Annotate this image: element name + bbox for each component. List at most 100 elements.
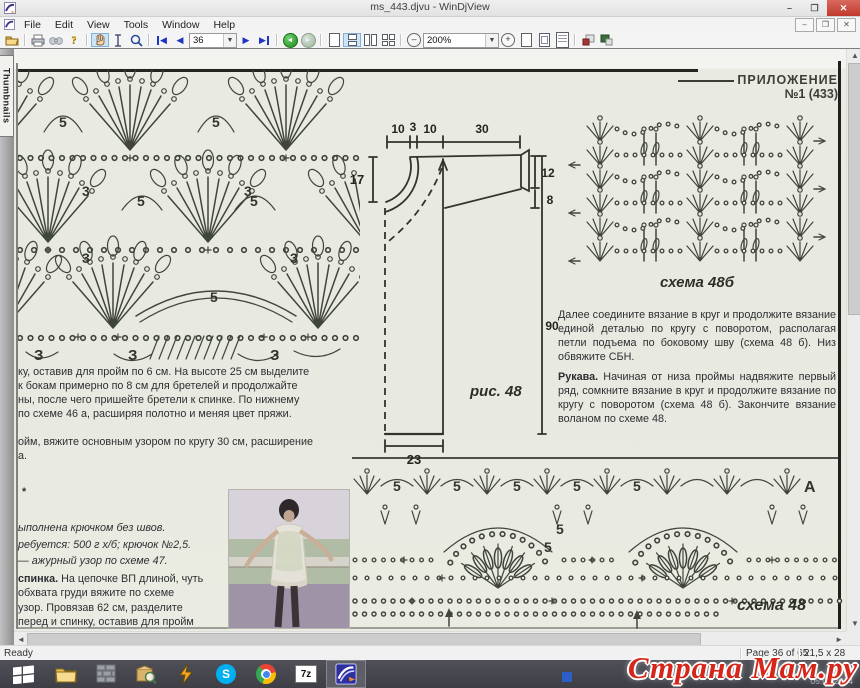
taskbar-bricks-app[interactable]: [86, 660, 126, 688]
diagram-number: 5: [513, 478, 521, 494]
toolbar-separator: [24, 34, 26, 46]
fit-page-button[interactable]: [517, 33, 535, 47]
zoom-out-button[interactable]: –: [405, 33, 423, 47]
crochet-diagram-48: 5 5 5 5 5 A 5 5: [352, 460, 845, 630]
fit-width-button[interactable]: [535, 33, 553, 47]
vertical-scrollbar[interactable]: ▲ ▼: [846, 49, 860, 631]
print-button[interactable]: [29, 33, 47, 47]
taskbar-7zip[interactable]: 7z: [286, 660, 326, 688]
zoom-tool-button[interactable]: [127, 33, 145, 47]
find-button[interactable]: [47, 33, 65, 47]
open-button[interactable]: [3, 33, 21, 47]
title-bar[interactable]: ms_443.djvu - WinDjView – ❐ ✕: [0, 0, 860, 17]
back-button[interactable]: ◄: [281, 33, 299, 47]
maximize-button[interactable]: ❐: [802, 0, 827, 16]
zoom-in-button[interactable]: +: [499, 33, 517, 47]
chevron-down-icon[interactable]: ▼: [485, 34, 498, 47]
paragraph-lead: Рукава.: [558, 371, 598, 383]
zoom-combo[interactable]: 200% ▼: [423, 33, 499, 48]
paragraph: Далее соедините вязание в круг и продолж…: [558, 308, 836, 364]
next-page-button[interactable]: ▶: [237, 33, 255, 47]
layout-single-button[interactable]: [325, 33, 343, 47]
taskbar-package-viewer[interactable]: [126, 660, 166, 688]
menu-tools[interactable]: Tools: [117, 19, 156, 31]
measure-right-8: 8: [547, 193, 554, 207]
tray-icon[interactable]: [562, 672, 572, 682]
actual-size-button[interactable]: [553, 33, 571, 47]
pan-tool-button[interactable]: [91, 33, 109, 47]
child-minimize-button[interactable]: –: [795, 18, 814, 32]
taskbar-windjview-active[interactable]: [326, 660, 366, 688]
menu-file[interactable]: File: [17, 19, 48, 31]
back-icon: ◄: [283, 33, 298, 48]
article-text-left-a: ку, оставив для пройм по 6 см. На высоте…: [18, 365, 354, 421]
zoom-value[interactable]: 200%: [424, 35, 485, 46]
figure-caption: рис. 48: [469, 383, 522, 400]
scroll-right-icon[interactable]: ►: [835, 636, 843, 644]
minimize-button[interactable]: –: [777, 0, 802, 16]
help-icon: ?: [71, 34, 77, 46]
scroll-up-icon[interactable]: ▲: [851, 52, 859, 60]
measure-top-3: 3: [410, 120, 417, 134]
diagram-number: 3: [290, 250, 298, 266]
text-line: ку, оставив для пройм по 6 см. На высоте…: [18, 365, 354, 379]
taskbar-winamp[interactable]: [166, 660, 206, 688]
close-button[interactable]: ✕: [827, 0, 860, 16]
last-page-button[interactable]: ▶: [255, 33, 273, 47]
document-icon: [4, 19, 15, 30]
forward-icon: ►: [301, 33, 316, 48]
paragraph-body: Начиная от низа проймы надвяжите первый …: [558, 371, 836, 425]
child-restore-button[interactable]: ❐: [816, 18, 835, 32]
document-viewport[interactable]: ПРИЛОЖЕНИЕ №1 (433) 5 5 5 5 3 3 5 3 3: [14, 49, 846, 631]
rotate-left-button[interactable]: [579, 33, 597, 47]
hand-icon: [94, 34, 106, 46]
layout-facing-button[interactable]: [361, 33, 379, 47]
help-button[interactable]: ?: [65, 33, 83, 47]
menu-view[interactable]: View: [80, 19, 117, 31]
7zip-icon: 7z: [295, 665, 317, 683]
text-line: по схеме 46 а, расширяя полотно и меняя …: [18, 407, 354, 421]
thumbnails-tab[interactable]: Thumbnails: [0, 55, 14, 137]
previous-page-button[interactable]: ◀: [171, 33, 189, 47]
text-line: к бокам примерно по 8 см для бретелей и …: [18, 379, 354, 393]
taskbar-skype[interactable]: S: [206, 660, 246, 688]
toolbar-separator: [86, 34, 88, 46]
site-watermark: Страна Мам.ру: [628, 650, 858, 686]
page-number-combo[interactable]: 36 ▼: [189, 33, 237, 48]
layout-facing-continuous-button[interactable]: [379, 33, 397, 47]
measure-right-12: 12: [541, 166, 555, 180]
measure-left-17: 17: [350, 172, 364, 187]
diagram-number: 5: [544, 539, 552, 555]
binoculars-icon: [49, 35, 63, 46]
menu-edit[interactable]: Edit: [48, 19, 80, 31]
rotate-right-button[interactable]: [597, 33, 615, 47]
diagram-number: 3: [244, 183, 252, 199]
taskbar-chrome[interactable]: [246, 660, 286, 688]
zoom-in-icon: +: [501, 33, 515, 47]
scroll-down-icon[interactable]: ▼: [851, 620, 859, 628]
scroll-left-icon[interactable]: ◄: [17, 636, 25, 644]
fit-width-icon: [539, 33, 550, 47]
diagram-caption-48b: схема 48б: [660, 274, 735, 291]
menu-bar: File Edit View Tools Window Help – ❐ ✕: [0, 17, 860, 32]
page-number-value[interactable]: 36: [190, 35, 223, 46]
first-page-button[interactable]: ◀: [153, 33, 171, 47]
paragraph-lead: спинка.: [18, 573, 58, 585]
menu-help[interactable]: Help: [206, 19, 242, 31]
select-text-tool-button[interactable]: [109, 33, 127, 47]
diagram-caption-48: схема 48: [737, 597, 806, 614]
horizontal-scrollbar[interactable]: ◄ ►: [14, 631, 846, 646]
previous-page-icon: ◀: [177, 36, 184, 45]
layout-continuous-button[interactable]: [343, 33, 361, 47]
forward-button[interactable]: ►: [299, 33, 317, 47]
vertical-scroll-thumb[interactable]: [848, 63, 860, 315]
crochet-diagram-left: 5 5 5 5 3 3 5 3 3 З З З: [18, 70, 360, 362]
taskbar-file-explorer[interactable]: [46, 660, 86, 688]
chevron-down-icon[interactable]: ▼: [223, 34, 236, 47]
diagram-number: З: [34, 347, 43, 362]
menu-window[interactable]: Window: [155, 19, 206, 31]
rotate-right-icon: [600, 34, 613, 46]
child-close-button[interactable]: ✕: [837, 18, 856, 32]
toolbar: ? ◀ ◀ 36 ▼ ▶ ▶ ◄ ►: [0, 32, 860, 49]
start-button[interactable]: [0, 660, 46, 688]
